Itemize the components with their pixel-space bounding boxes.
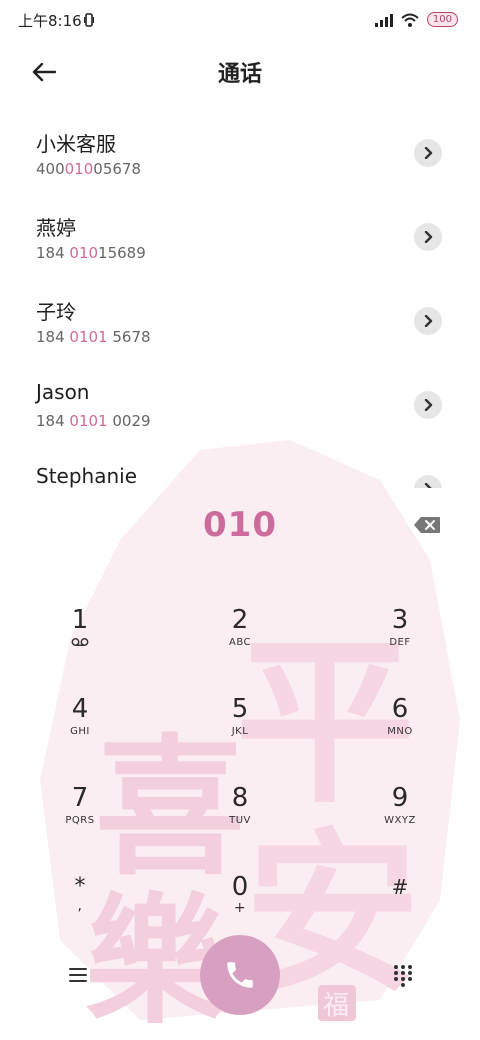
phone-icon — [227, 962, 253, 988]
seal-stamp — [318, 985, 356, 1021]
key-digit: 6 — [391, 694, 409, 724]
key-letters: , — [77, 898, 83, 914]
contact-detail-button[interactable] — [414, 391, 442, 419]
key-letters: ABC — [228, 637, 251, 648]
status-icons: 100 — [374, 12, 458, 27]
key-star[interactable]: * , — [20, 872, 140, 942]
key-letters: GHI — [70, 726, 90, 737]
key-letters: WXYZ — [384, 815, 416, 826]
key-letters: JKL — [231, 726, 249, 737]
key-9[interactable]: 9 WXYZ — [340, 783, 460, 853]
app-bar: 通话 — [0, 48, 480, 94]
vibrate-icon — [84, 13, 94, 27]
key-digit: 7 — [71, 783, 89, 813]
key-hash[interactable]: # — [340, 872, 460, 942]
contact-results-list[interactable]: 小米客服 40001005678 燕婷 184 01015689 子玲 184 … — [0, 112, 480, 488]
contact-row[interactable]: 小米客服 40001005678 — [0, 112, 480, 196]
contact-detail-button[interactable] — [414, 139, 442, 167]
contact-number: 184 0101 0029 — [36, 412, 151, 430]
chevron-right-icon — [424, 399, 433, 411]
backspace-button[interactable] — [412, 514, 442, 536]
contact-detail-button[interactable] — [414, 475, 442, 488]
dialed-number: 010 — [203, 505, 277, 545]
key-digit: 3 — [391, 605, 409, 635]
signal-icon — [374, 13, 393, 27]
chevron-right-icon — [424, 483, 432, 488]
key-digit: 4 — [71, 694, 89, 724]
contact-name: 燕婷 — [36, 216, 76, 240]
contact-row[interactable]: 燕婷 184 01015689 — [0, 196, 480, 280]
chevron-right-icon — [424, 147, 433, 159]
key-8[interactable]: 8 TUV — [180, 783, 300, 853]
contact-detail-button[interactable] — [414, 307, 442, 335]
contact-name: Jason — [36, 380, 90, 404]
key-digit: 1 — [71, 605, 89, 635]
key-digit: 5 — [231, 694, 249, 724]
key-letters: PQRS — [65, 815, 95, 826]
dialpad-toggle-button[interactable] — [388, 960, 418, 990]
key-letters: DEF — [389, 637, 411, 648]
key-digit: # — [391, 875, 409, 899]
key-digit: 0 — [231, 872, 249, 902]
battery-indicator: 100 — [426, 12, 458, 27]
key-1[interactable]: 1 — [20, 605, 140, 675]
key-2[interactable]: 2 ABC — [180, 605, 300, 675]
wifi-icon — [401, 13, 419, 27]
contact-name: 小米客服 — [36, 132, 116, 156]
seal-char: 福 — [323, 991, 349, 1021]
contact-name: Stephanie — [36, 464, 138, 488]
status-bar: 上午8:16 100 — [0, 0, 480, 40]
contact-number: 184 01015689 — [36, 244, 146, 262]
backspace-icon — [414, 517, 440, 533]
contact-name: 子玲 — [36, 300, 76, 324]
chevron-right-icon — [424, 231, 433, 243]
menu-icon — [69, 968, 87, 982]
chevron-right-icon — [424, 315, 433, 327]
contact-number: 184 0101 5678 — [36, 328, 151, 346]
contact-number: 40001005678 — [36, 160, 141, 178]
contact-detail-button[interactable] — [414, 223, 442, 251]
voicemail-icon — [20, 637, 140, 650]
key-letters: MNO — [387, 726, 413, 737]
key-letters: + — [233, 900, 247, 916]
contact-row[interactable]: Stephanie — [0, 448, 480, 488]
key-0[interactable]: 0 + — [180, 872, 300, 942]
key-4[interactable]: 4 GHI — [20, 694, 140, 764]
dialpad-icon — [394, 965, 412, 987]
page-title: 通话 — [217, 62, 262, 87]
call-button[interactable] — [200, 935, 280, 1015]
key-digit: 2 — [231, 605, 249, 635]
contact-row[interactable]: 子玲 184 0101 5678 — [0, 280, 480, 364]
key-digit: 8 — [231, 783, 249, 813]
key-digit: 9 — [391, 783, 409, 813]
contact-row[interactable]: Jason 184 0101 0029 — [0, 364, 480, 448]
key-3[interactable]: 3 DEF — [340, 605, 460, 675]
menu-button[interactable] — [64, 960, 94, 990]
status-time: 上午8:16 — [18, 12, 82, 30]
key-5[interactable]: 5 JKL — [180, 694, 300, 764]
key-6[interactable]: 6 MNO — [340, 694, 460, 764]
key-7[interactable]: 7 PQRS — [20, 783, 140, 853]
key-letters: TUV — [229, 815, 251, 826]
